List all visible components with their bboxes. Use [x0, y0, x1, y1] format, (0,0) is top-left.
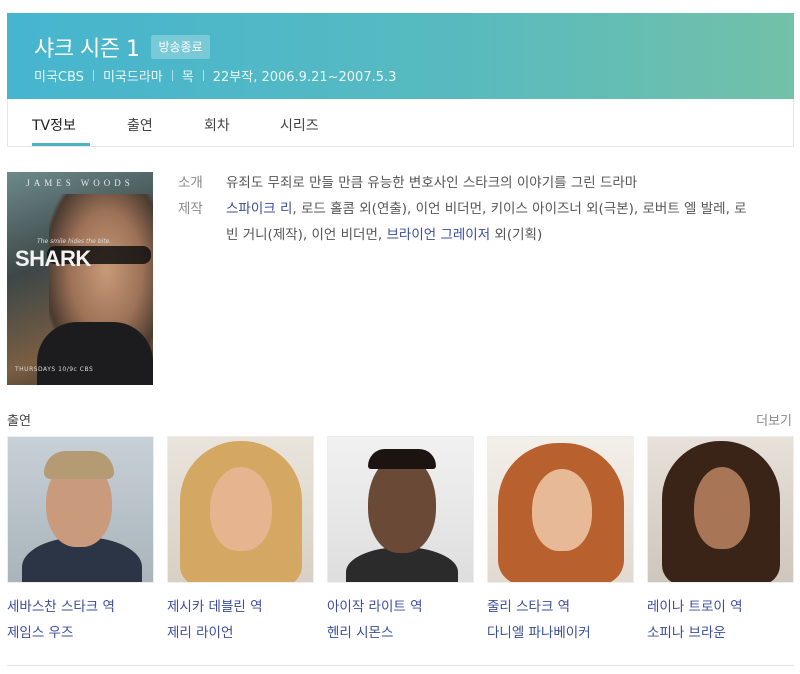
cast-photo-face [368, 455, 436, 553]
cast-photo-hair [44, 451, 114, 479]
tab-episodes[interactable]: 회차 [204, 115, 230, 135]
cast-photo-face [694, 467, 750, 549]
cast-actor-name[interactable]: 제임스 우즈 [7, 621, 154, 641]
cast-card[interactable]: 세바스찬 스타크 역 제임스 우즈 [7, 436, 154, 641]
meta-genre: 미국드라마 [102, 70, 163, 85]
cast-role[interactable]: 제시카 데블린 역 [167, 595, 314, 615]
page-title: 샤크 시즌 1 [34, 37, 140, 62]
meta-episodes: 22부작, 2006.9.21~2007.5.3 [212, 70, 397, 85]
meta-broadcaster: 미국CBS [34, 70, 84, 85]
tab-bar: TV정보 출연 회차 시리즈 [7, 99, 794, 147]
meta-divider [202, 70, 204, 81]
cast-actor-name[interactable]: 헨리 시몬스 [327, 621, 474, 641]
tab-tv-info[interactable]: TV정보 [32, 115, 76, 135]
poster-actor-text: JAMES WOODS [26, 178, 134, 188]
intro-label: 소개 [178, 175, 203, 191]
cast-card[interactable]: 레이나 트로이 역 소피나 브라운 [647, 436, 794, 641]
meta-divider [92, 70, 94, 81]
cast-card[interactable]: 줄리 스타크 역 다니엘 파나베이커 [487, 436, 634, 641]
poster-image[interactable]: JAMES WOODS The smile hides the bite. SH… [7, 172, 153, 385]
cast-photo[interactable] [327, 436, 474, 583]
producer-link[interactable]: 브라이언 그레이저 [386, 227, 490, 243]
cast-role[interactable]: 아이작 라이트 역 [327, 595, 474, 615]
title-row: 샤크 시즌 1 방송종료 [34, 31, 210, 63]
info-section: 소개 유죄도 무죄로 만들 만큼 유능한 변호사인 스타크의 이야기를 그린 드… [178, 170, 748, 248]
cast-role[interactable]: 줄리 스타크 역 [487, 595, 634, 615]
intro-text: 유죄도 무죄로 만들 만큼 유능한 변호사인 스타크의 이야기를 그린 드라마 [226, 175, 638, 191]
status-badge: 방송종료 [151, 35, 210, 59]
cast-photo[interactable] [487, 436, 634, 583]
title-banner: 샤크 시즌 1 방송종료 미국CBS 미국드라마 목 22부작, 2006.9.… [7, 13, 794, 99]
cast-card[interactable]: 아이작 라이트 역 헨리 시몬스 [327, 436, 474, 641]
cast-role[interactable]: 레이나 트로이 역 [647, 595, 794, 615]
poster-suit [37, 322, 153, 385]
cast-section-title: 출연 [7, 414, 31, 429]
cast-role[interactable]: 세바스찬 스타크 역 [7, 595, 154, 615]
poster-logo: SHARK [15, 246, 91, 271]
meta-divider [171, 70, 173, 81]
cast-photo-face [532, 469, 592, 551]
poster-schedule-text: THURSDAYS 10/9c CBS [15, 366, 94, 373]
cast-photo[interactable] [167, 436, 314, 583]
cast-photo[interactable] [7, 436, 154, 583]
cast-actor-name[interactable]: 소피나 브라운 [647, 621, 794, 641]
poster-tagline: The smile hides the bite. [37, 238, 112, 245]
intro-row: 소개 유죄도 무죄로 만들 만큼 유능한 변호사인 스타크의 이야기를 그린 드… [178, 170, 748, 196]
production-row: 제작 스파이크 리, 로드 홀콤 외(연출), 이언 비더먼, 키이스 아이즈너… [178, 196, 748, 248]
production-text: 스파이크 리, 로드 홀콤 외(연출), 이언 비더먼, 키이스 아이즈너 외(… [226, 196, 748, 248]
cast-photo-face [210, 467, 272, 551]
meta-day: 목 [181, 70, 194, 85]
cast-photo[interactable] [647, 436, 794, 583]
production-text-part2: 외(기획) [490, 227, 543, 243]
tab-series[interactable]: 시리즈 [280, 115, 319, 135]
production-label: 제작 [178, 201, 203, 217]
cast-card[interactable]: 제시카 데블린 역 제리 라이언 [167, 436, 314, 641]
more-link[interactable]: 더보기 [756, 410, 792, 429]
section-divider [7, 665, 794, 666]
tab-cast[interactable]: 출연 [127, 115, 153, 135]
cast-photo-hair [368, 449, 436, 469]
cast-actor-name[interactable]: 다니엘 파나베이커 [487, 621, 634, 641]
meta-row: 미국CBS 미국드라마 목 22부작, 2006.9.21~2007.5.3 [34, 66, 396, 85]
director-link[interactable]: 스파이크 리 [226, 201, 292, 217]
cast-actor-name[interactable]: 제리 라이언 [167, 621, 314, 641]
tab-active-indicator [32, 143, 90, 146]
